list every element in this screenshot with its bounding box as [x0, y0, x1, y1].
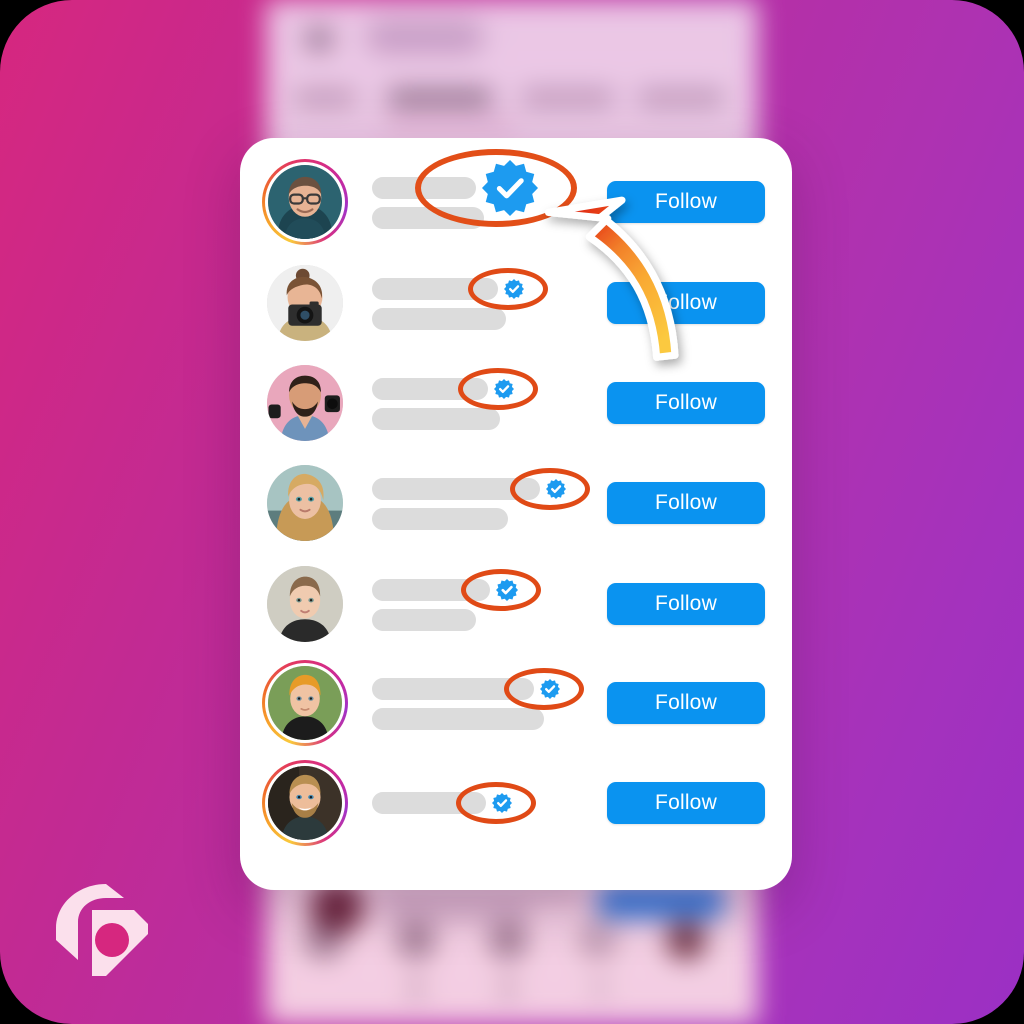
- avatar-with-story-ring[interactable]: [262, 760, 348, 846]
- fullname-placeholder-bar: [372, 708, 544, 730]
- follow-button[interactable]: Follow: [607, 181, 765, 223]
- woman-blonde-wavy-avatar: [267, 465, 343, 541]
- avatar-with-story-ring[interactable]: [262, 159, 348, 245]
- account-name-placeholder-group: [372, 753, 607, 853]
- account-name-placeholder-group: [372, 453, 607, 553]
- background-row-line: [382, 908, 532, 918]
- brand-logo-icon: [48, 882, 160, 986]
- account-name-placeholder-group: [372, 253, 607, 353]
- avatar[interactable]: [262, 360, 348, 446]
- background-tab-3: [522, 90, 614, 106]
- fullname-placeholder-bar: [372, 308, 506, 330]
- verified-badge-highlight-ellipse: [456, 782, 536, 824]
- follow-button[interactable]: Follow: [607, 583, 765, 625]
- follow-button[interactable]: Follow: [607, 282, 765, 324]
- follow-button[interactable]: Follow: [607, 482, 765, 524]
- verified-badge-highlight-ellipse: [468, 268, 548, 310]
- verified-badge-highlight-ellipse: [510, 468, 590, 510]
- verified-badge-highlight-ellipse: [458, 368, 538, 410]
- search-icon: [396, 920, 436, 960]
- background-tab-1: [294, 90, 356, 106]
- account-name-placeholder-group: [372, 653, 607, 753]
- avatar[interactable]: [262, 260, 348, 346]
- suggested-account-row[interactable]: Follow: [240, 554, 792, 654]
- woman-camera-avatar: [267, 265, 343, 341]
- man-beard-denim-pink-bg-avatar: [267, 365, 343, 441]
- avatar[interactable]: [262, 460, 348, 546]
- fullname-placeholder-bar: [372, 609, 476, 631]
- background-tab-2: [388, 90, 492, 106]
- profile-avatar-icon: [666, 920, 706, 960]
- suggested-account-row[interactable]: Follow: [240, 753, 792, 853]
- verified-badge-highlight-ellipse: [461, 569, 541, 611]
- follow-button[interactable]: Follow: [607, 782, 765, 824]
- suggested-account-row[interactable]: Follow: [240, 453, 792, 553]
- home-icon: [304, 920, 344, 960]
- background-nav-dot: [408, 980, 424, 996]
- man-blond-beard-avatar: [268, 766, 342, 840]
- background-tab-4: [638, 90, 724, 106]
- account-name-placeholder-group: [372, 554, 607, 654]
- verified-badge-highlight-ellipse: [504, 668, 584, 710]
- fullname-placeholder-bar: [372, 408, 500, 430]
- man-glasses-teal-bg-avatar: [268, 165, 342, 239]
- suggested-account-row[interactable]: Follow: [240, 149, 792, 252]
- woman-updo-neutral-bg-avatar: [267, 566, 343, 642]
- poster-canvas: Follow Follow Follow Follow Follow Follo…: [0, 0, 1024, 1024]
- background-tab-underline: [384, 122, 514, 127]
- account-name-placeholder-group: [372, 353, 607, 453]
- avatar-with-story-ring[interactable]: [262, 660, 348, 746]
- suggested-account-row[interactable]: Follow: [240, 653, 792, 753]
- man-ginger-green-bg-avatar: [268, 666, 342, 740]
- avatar[interactable]: [262, 561, 348, 647]
- background-header-title: [366, 20, 484, 54]
- verified-badge-highlight-ellipse: [415, 149, 577, 227]
- back-arrow-icon: [306, 28, 332, 50]
- background-nav-dot: [500, 980, 516, 996]
- heart-icon: [578, 920, 618, 960]
- suggested-account-row[interactable]: Follow: [240, 253, 792, 353]
- account-name-placeholder-group: [372, 149, 607, 252]
- suggested-account-row[interactable]: Follow: [240, 353, 792, 453]
- add-icon: [488, 920, 528, 960]
- follow-button[interactable]: Follow: [607, 382, 765, 424]
- suggested-accounts-card: Follow Follow Follow Follow Follow Follo…: [240, 138, 792, 890]
- fullname-placeholder-bar: [372, 508, 508, 530]
- follow-button[interactable]: Follow: [607, 682, 765, 724]
- background-nav-dot: [592, 980, 608, 996]
